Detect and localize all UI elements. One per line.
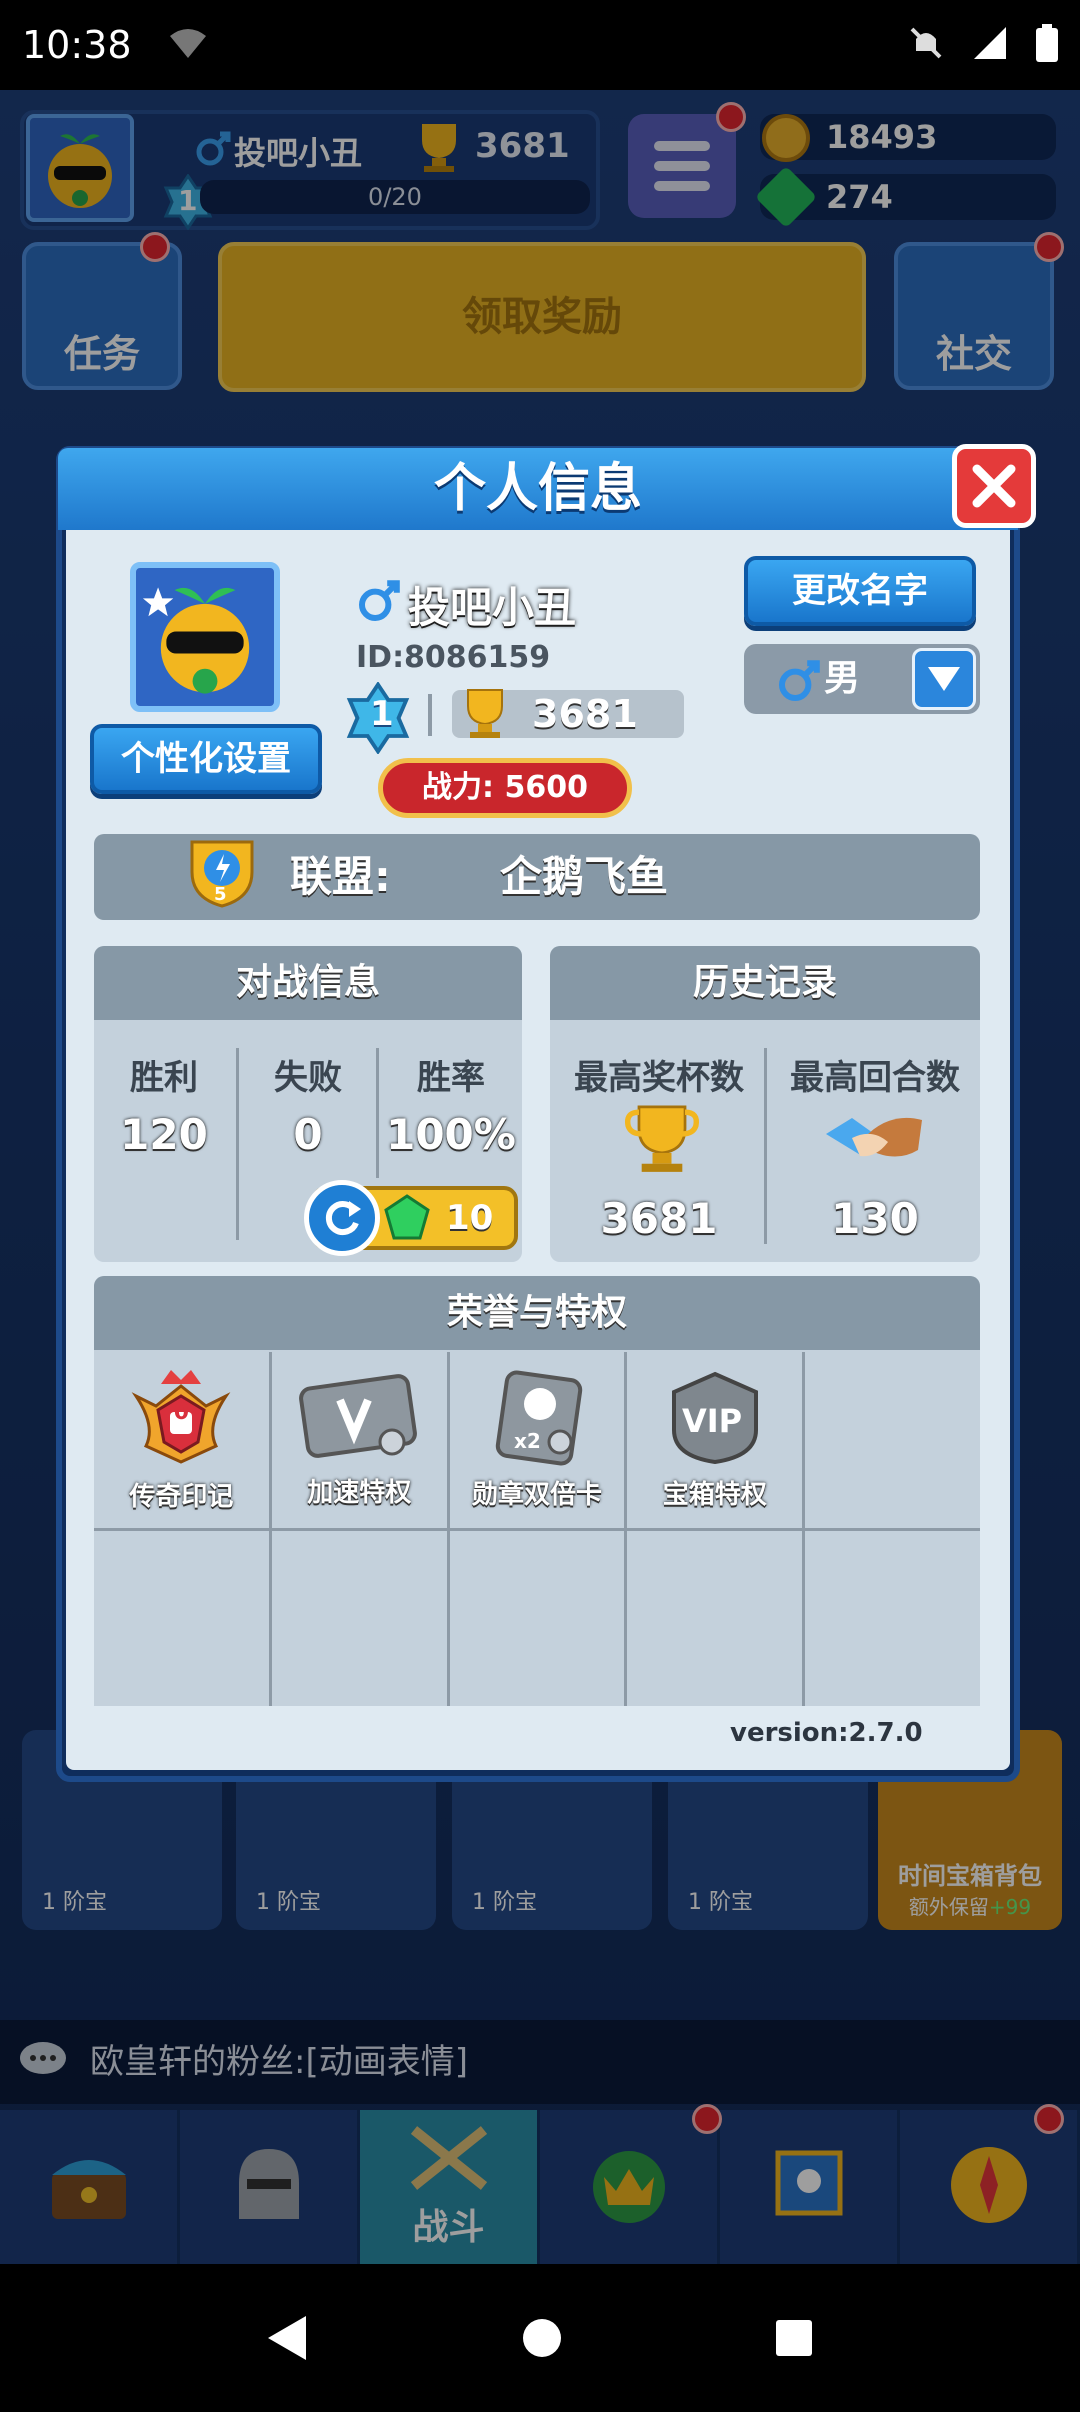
honor-empty-slot xyxy=(805,1352,980,1528)
svg-text:VIP: VIP xyxy=(682,1402,742,1440)
profile-avatar[interactable] xyxy=(130,562,280,712)
honors-title: 荣誉与特权 xyxy=(94,1276,980,1350)
signal-icon xyxy=(972,25,1008,65)
male-icon xyxy=(359,580,400,621)
profile-level: 1 xyxy=(370,694,394,734)
version-text: version:2.7.0 xyxy=(730,1718,923,1748)
trophy-icon xyxy=(624,1105,700,1172)
male-icon xyxy=(779,660,820,701)
honor-empty-slot xyxy=(627,1530,803,1706)
gem-icon xyxy=(384,1194,430,1240)
honor-chest-privilege[interactable]: VIP 宝箱特权 xyxy=(627,1352,803,1528)
recents-icon[interactable] xyxy=(774,2318,814,2358)
trophy-icon xyxy=(467,689,503,738)
winrate-label: 胜率 xyxy=(417,1058,485,1098)
chevron-down-icon xyxy=(928,667,960,691)
max-rounds-label: 最高回合数 xyxy=(790,1058,960,1098)
status-bar: 10:38 xyxy=(0,0,1080,90)
dialog-title: 个人信息 xyxy=(58,448,1018,530)
alliance-badge-level: 5 xyxy=(214,884,227,905)
mute-icon xyxy=(908,25,944,65)
combat-power: 战力: 5600 xyxy=(378,758,632,818)
honor-empty-slot xyxy=(271,1530,447,1706)
max-trophies-value: 3681 xyxy=(600,1194,718,1243)
wins-label: 胜利 xyxy=(130,1058,198,1098)
double-medal-card-icon: x2 xyxy=(495,1370,583,1466)
honor-double-medal-card[interactable]: x2 勋章双倍卡 xyxy=(449,1352,625,1528)
honor-label: 勋章双倍卡 xyxy=(471,1480,602,1511)
wins-value: 120 xyxy=(120,1110,208,1159)
honor-speed-privilege[interactable]: 加速特权 xyxy=(271,1352,447,1528)
divider xyxy=(428,694,432,736)
vip-badge-icon: VIP xyxy=(671,1372,758,1465)
honors-panel: 荣誉与特权 0 传奇印记 加速特权 x2 勋章双倍卡 VIP 宝箱特权 xyxy=(94,1276,980,1706)
winrate-value: 100% xyxy=(386,1110,516,1159)
handshake-icon xyxy=(826,1117,922,1157)
profile-name: 投吧小丑 xyxy=(408,583,577,632)
gender-value: 男 xyxy=(824,658,861,699)
alliance-name: 企鹅飞鱼 xyxy=(500,852,669,901)
divider xyxy=(764,1048,767,1244)
svg-text:x2: x2 xyxy=(514,1429,541,1453)
wifi-icon xyxy=(168,26,208,64)
honor-label: 加速特权 xyxy=(307,1478,412,1509)
honor-empty-slot xyxy=(449,1530,625,1706)
customize-button[interactable]: 个性化设置 xyxy=(90,724,322,794)
max-rounds-value: 130 xyxy=(831,1194,919,1243)
max-trophies-label: 最高奖杯数 xyxy=(574,1058,744,1098)
honor-legend-mark[interactable]: 0 传奇印记 xyxy=(94,1352,269,1528)
rename-button[interactable]: 更改名字 xyxy=(744,556,976,626)
alliance-label: 联盟: xyxy=(290,852,391,901)
close-button[interactable] xyxy=(952,444,1036,528)
divider xyxy=(236,1048,239,1240)
clock: 10:38 xyxy=(22,23,132,67)
profile-id: ID:8086159 xyxy=(356,640,551,675)
back-icon[interactable] xyxy=(266,2314,310,2362)
gender-dropdown-button[interactable] xyxy=(912,648,976,710)
history-title: 历史记录 xyxy=(550,946,980,1020)
honor-empty-slot xyxy=(805,1530,980,1706)
reset-cost: 10 xyxy=(446,1198,494,1238)
close-icon xyxy=(972,464,1016,508)
honor-label: 传奇印记 xyxy=(129,1482,234,1513)
honor-label: 宝箱特权 xyxy=(662,1480,767,1511)
reset-icon xyxy=(304,1180,380,1256)
battery-icon xyxy=(1036,24,1058,66)
speed-card-icon xyxy=(299,1374,418,1459)
system-nav-bar xyxy=(0,2264,1080,2412)
battle-info-title: 对战信息 xyxy=(94,946,522,1020)
losses-label: 失败 xyxy=(274,1058,342,1098)
losses-value: 0 xyxy=(293,1110,323,1159)
honor-empty-slot xyxy=(94,1530,269,1706)
divider xyxy=(376,1048,379,1178)
home-icon[interactable] xyxy=(521,2317,563,2359)
